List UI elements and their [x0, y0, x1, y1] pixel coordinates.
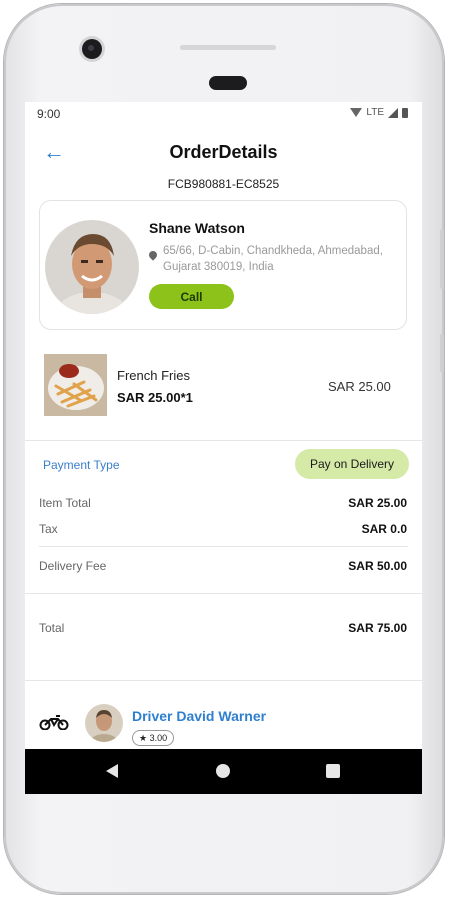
nav-recents-icon[interactable]: [326, 764, 340, 778]
delivery-fee-label: Delivery Fee: [39, 559, 107, 573]
nav-home-icon[interactable]: [216, 764, 230, 778]
payment-method-badge: Pay on Delivery: [295, 449, 409, 479]
signal-icon: [388, 107, 398, 118]
total-value: SAR 75.00: [348, 621, 407, 635]
call-button[interactable]: Call: [149, 284, 234, 309]
customer-address: 65/66, D-Cabin, Chandkheda, Ahmedabad, G…: [163, 245, 383, 273]
item-total-value: SAR 25.00: [348, 496, 407, 510]
driver-name[interactable]: Driver David Warner: [132, 708, 266, 724]
nav-back-icon[interactable]: [106, 764, 118, 778]
tax-value: SAR 0.0: [361, 522, 407, 536]
customer-name: Shane Watson: [149, 220, 245, 236]
order-id: FCB980881-EC8525: [167, 177, 280, 191]
item-name: French Fries: [117, 368, 190, 383]
volume-button: [440, 229, 444, 289]
item-image: [44, 354, 107, 416]
tax-label: Tax: [39, 522, 58, 536]
item-price: SAR 25.00: [328, 379, 391, 394]
earpiece: [209, 76, 247, 90]
divider: [39, 546, 408, 547]
motorbike-icon: [39, 714, 69, 731]
payment-type-label: Payment Type: [43, 458, 120, 472]
status-bar: 9:00 LTE: [25, 102, 422, 126]
power-button: [440, 334, 444, 372]
driver-rating-badge: ★ 3.00: [132, 730, 175, 746]
total-label: Total: [39, 621, 65, 635]
top-speaker: [180, 45, 276, 50]
item-quantity-price: SAR 25.00*1: [117, 390, 193, 405]
divider: [25, 593, 422, 594]
delivery-fee-value: SAR 50.00: [348, 559, 407, 573]
divider: [25, 680, 422, 681]
network-label: LTE: [366, 107, 384, 118]
battery-icon: [402, 107, 408, 118]
customer-avatar: [45, 220, 139, 314]
divider: [25, 440, 422, 441]
front-camera: [82, 39, 102, 59]
driver-avatar: [85, 704, 123, 742]
status-time: 9:00: [37, 107, 61, 121]
app-screen: 9:00 LTE ← OrderDetails FCB980881-EC8525…: [25, 102, 422, 794]
android-nav-bar: [25, 749, 422, 794]
wifi-icon: [350, 108, 363, 117]
page-title: OrderDetails: [169, 142, 278, 162]
item-total-label: Item Total: [39, 496, 91, 510]
